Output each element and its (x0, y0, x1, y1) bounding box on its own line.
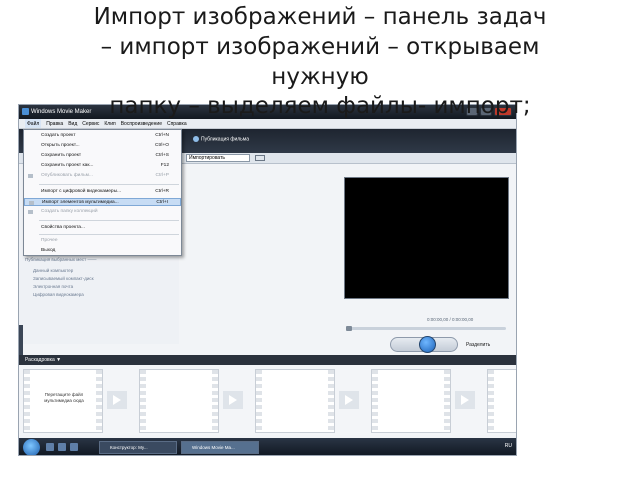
storyboard-frame[interactable] (255, 369, 335, 433)
preview-monitor (344, 177, 509, 299)
slide-title: Импорт изображений – панель задач – импо… (0, 2, 640, 92)
menu-separator (39, 234, 179, 235)
menu-separator (39, 220, 179, 221)
menu-item-label: Сохранить проект (41, 153, 82, 158)
title-line-1: Импорт изображений – панель задач (93, 4, 547, 30)
shortcut: Ctrl+O (155, 143, 169, 148)
publish-list: Данный компьютер Записываемый компакт-ди… (33, 267, 94, 299)
publish-item-email[interactable]: Электронная почта (33, 283, 94, 291)
transition-slot[interactable] (223, 391, 243, 409)
transition-slot[interactable] (455, 391, 475, 409)
view-mode-icon[interactable] (255, 155, 265, 161)
publish-item-computer[interactable]: Данный компьютер (33, 267, 94, 275)
menu-item-label: Создать проект (41, 133, 76, 138)
shortcut: Ctrl+N (155, 133, 169, 138)
menu-item-label: Выход (41, 248, 56, 253)
menu-item-label: Импорт элементов мультимедиа... (42, 200, 119, 205)
play-button[interactable] (419, 336, 436, 353)
taskbar-item-movie-maker[interactable]: Windows Movie Ma... (181, 441, 259, 454)
menu-item-new-collection-folder[interactable]: Создать папку коллекций (24, 208, 181, 216)
menu-item-other[interactable]: Прочее (24, 237, 181, 245)
menu-item-publish[interactable]: Опубликовать фильм... Ctrl+P (24, 172, 181, 180)
publish-icon (193, 136, 199, 142)
quicklaunch-icon[interactable] (70, 443, 78, 451)
storyboard-frame[interactable] (487, 369, 516, 433)
split-button[interactable]: Разделить (466, 342, 490, 348)
transition-slot[interactable] (107, 391, 127, 409)
menu-item-project-properties[interactable]: Свойства проекта... (24, 224, 181, 232)
menu-separator (39, 184, 179, 185)
windows-taskbar: Конструктор: My... Windows Movie Ma... R… (19, 438, 516, 455)
menu-item-import-camera[interactable]: Импорт с цифровой видеокамеры... Ctrl+R (24, 188, 181, 196)
menu-item-save-as[interactable]: Сохранить проект как... F12 (24, 162, 181, 170)
title-line-2: – импорт изображений – открываем (100, 34, 540, 60)
storyboard-frame[interactable] (139, 369, 219, 433)
menu-item-label: Импорт с цифровой видеокамеры... (41, 189, 122, 194)
menu-item-label: Свойства проекта... (41, 225, 85, 230)
menu-item-label: Прочее (41, 238, 58, 243)
publish-item-cd[interactable]: Записываемый компакт-диск (33, 275, 94, 283)
shortcut: Ctrl+S (155, 153, 169, 158)
menu-item-label: Создать папку коллекций (41, 209, 98, 214)
storyboard-frame[interactable] (371, 369, 451, 433)
import-dropdown[interactable]: Импортировать (186, 154, 250, 162)
publish-item-camera[interactable]: Цифровая видеокамера (33, 291, 94, 299)
folder-icon (28, 210, 33, 214)
movie-maker-screenshot: Windows Movie Maker Файл Правка Вид Серв… (18, 104, 517, 456)
seek-knob[interactable] (346, 326, 352, 331)
publish-heading: Публикация выбранных мест —— (25, 257, 97, 262)
start-button[interactable] (23, 439, 40, 455)
title-line-4: папку – выделяем файлы- импорт; (109, 93, 531, 119)
storyboard-header[interactable]: Раскадровка ▼ (19, 355, 516, 365)
storyboard-frame[interactable]: Перетащите файл мультимедиа сюда (23, 369, 103, 433)
transition-slot[interactable] (339, 391, 359, 409)
menu-item-import-media[interactable]: Импорт элементов мультимедиа... Ctrl+I (24, 198, 181, 206)
shortcut: Ctrl+R (155, 189, 169, 194)
drop-hint: Перетащите файл мультимедиа сюда (44, 392, 84, 403)
file-menu: Создать проект Ctrl+N Открыть проект... Ct… (23, 129, 182, 256)
shortcut: Ctrl+P (155, 173, 169, 178)
quicklaunch-icon[interactable] (58, 443, 66, 451)
import-icon (29, 201, 34, 205)
menu-item-label: Сохранить проект как... (41, 163, 94, 168)
menu-item-exit[interactable]: Выход (24, 247, 181, 255)
menu-item-new-project[interactable]: Создать проект Ctrl+N (24, 132, 181, 140)
quicklaunch-icon[interactable] (46, 443, 54, 451)
shortcut: F12 (160, 163, 169, 168)
menu-item-label: Открыть проект... (41, 143, 80, 148)
shortcut: Ctrl+I (156, 200, 168, 205)
menu-item-open-project[interactable]: Открыть проект... Ctrl+O (24, 142, 181, 150)
tray-language[interactable]: RU (505, 443, 512, 449)
publish-label: Публикация фильма (201, 136, 249, 143)
publish-icon (28, 174, 33, 178)
title-line-3: нужную (271, 64, 369, 90)
menu-item-save-project[interactable]: Сохранить проект Ctrl+S (24, 152, 181, 160)
taskbar-item-constructor[interactable]: Конструктор: My... (99, 441, 177, 454)
storyboard: Перетащите файл мультимедиа сюда (19, 365, 516, 435)
publish-movie-button[interactable]: Публикация фильма (193, 136, 249, 142)
menu-item-label: Опубликовать фильм... (41, 173, 93, 178)
preview-time: 0:00:00,00 / 0:00:00,00 (427, 317, 474, 322)
seek-bar[interactable] (346, 326, 506, 331)
